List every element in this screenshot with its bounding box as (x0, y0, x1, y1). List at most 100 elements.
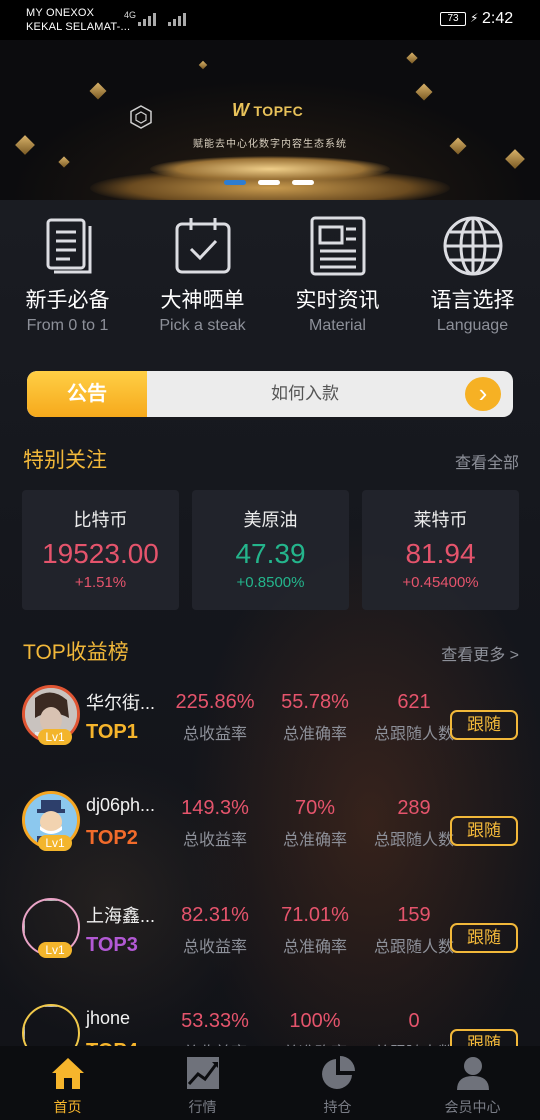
yield-stat: 225.86% 总收益率 (170, 691, 260, 744)
followers-label: 总跟随人数 (373, 939, 454, 956)
follow-button[interactable]: 跟随 (450, 923, 518, 953)
accuracy-value: 71.01% (281, 904, 349, 926)
promo-banner[interactable]: W TOPFC 赋能去中心化数字内容生态系统 (0, 40, 540, 200)
signal-icon (138, 12, 156, 26)
quick-item-subtitle: Pick a steak (159, 317, 246, 334)
accuracy-value: 55.78% (281, 691, 349, 713)
level-badge: Lv1 (38, 942, 72, 958)
view-more-link[interactable]: 查看更多 > (441, 641, 519, 665)
carousel-dot[interactable] (292, 180, 314, 185)
market-price: 81.94 (405, 538, 476, 569)
market-name: 美原油 (243, 510, 298, 530)
battery-icon: 73 (440, 12, 466, 26)
yield-value: 82.31% (181, 904, 249, 926)
quick-menu: 新手必备 From 0 to 1 大神晒单 Pick a steak 实时资讯 … (0, 210, 540, 340)
rank-label: TOP1 (86, 721, 138, 743)
market-card-ltc[interactable]: 莱特币 81.94 +0.45400% (362, 490, 519, 610)
yield-stat: 149.3% 总收益率 (170, 797, 260, 850)
followers-value: 289 (397, 797, 431, 819)
gold-cube-decoration (58, 156, 70, 168)
gold-cube-decoration (406, 52, 418, 64)
follow-button[interactable]: 跟随 (450, 816, 518, 846)
carousel-dot[interactable] (258, 180, 280, 185)
market-name: 莱特币 (413, 510, 468, 530)
accuracy-value: 100% (289, 1010, 341, 1032)
clock: 2:42 (482, 10, 514, 27)
carousel-dot[interactable] (224, 180, 246, 185)
gold-cube-decoration (415, 83, 433, 101)
ranking-row[interactable]: Lv1 上海鑫... TOP3 82.31% 总收益率 71.01% 总准确率 … (0, 898, 540, 1004)
tab-market[interactable]: 行情 (135, 1046, 270, 1120)
yield-value: 149.3% (181, 797, 249, 819)
tab-label: 行情 (188, 1099, 217, 1115)
bottom-tab-bar: 首页 行情 持仓 会员中心 (0, 1046, 540, 1120)
rank-label: TOP3 (86, 934, 138, 956)
accuracy-label: 总准确率 (282, 939, 347, 956)
followers-stat: 289 总跟随人数 (368, 797, 460, 850)
market-card-btc[interactable]: 比特币 19523.00 +1.51% (22, 490, 179, 610)
quick-item-showcase[interactable]: 大神晒单 Pick a steak (135, 210, 270, 340)
accuracy-label: 总准确率 (282, 832, 347, 849)
carrier-info: MY ONEXOX KEKAL SELAMAT-... (26, 6, 130, 34)
accuracy-stat: 70% 总准确率 (270, 797, 360, 850)
ranking-section-title: TOP收益榜 (23, 641, 129, 664)
yield-label: 总收益率 (182, 939, 247, 956)
quick-item-title: 实时资讯 (295, 289, 380, 312)
market-card-oil[interactable]: 美原油 47.39 +0.8500% (192, 490, 349, 610)
rank-label: TOP2 (86, 827, 138, 849)
tab-home[interactable]: 首页 (0, 1046, 135, 1120)
accuracy-stat: 71.01% 总准确率 (270, 904, 360, 957)
document-icon (46, 218, 91, 274)
special-section-title: 特别关注 (23, 449, 107, 472)
tab-member[interactable]: 会员中心 (405, 1046, 540, 1120)
accuracy-value: 70% (294, 797, 336, 819)
notice-text[interactable]: 如何入款 (147, 371, 463, 417)
followers-stat: 159 总跟随人数 (368, 904, 460, 957)
carrier-line-1: MY ONEXOX (26, 7, 95, 19)
yield-label: 总收益率 (182, 832, 247, 849)
yield-value: 53.33% (181, 1010, 249, 1032)
yield-stat: 82.31% 总收益率 (170, 904, 260, 957)
status-bar: MY ONEXOX KEKAL SELAMAT-... 4G 73 ⚡ 2:42 (0, 0, 540, 40)
globe-icon (443, 216, 502, 276)
market-cards: 比特币 19523.00 +1.51% 美原油 47.39 +0.8500% 莱… (22, 490, 520, 610)
checklist-icon (175, 218, 230, 274)
gold-cube-decoration (505, 149, 525, 169)
level-badge: Lv1 (38, 729, 72, 745)
trader-name[interactable]: jhone (86, 1008, 130, 1029)
follow-button[interactable]: 跟随 (450, 710, 518, 740)
signal-icon-2 (168, 12, 186, 26)
quick-item-title: 大神晒单 (160, 289, 245, 312)
quick-item-subtitle: Material (309, 317, 366, 334)
trader-name[interactable]: dj06ph... (86, 795, 155, 816)
ranking-row[interactable]: Lv1 华尔街... TOP1 225.86% 总收益率 55.78% 总准确率… (0, 685, 540, 791)
quick-item-language[interactable]: 语言选择 Language (405, 210, 540, 340)
notice-bar[interactable]: 公告 如何入款 › (27, 371, 513, 417)
market-change: +0.8500% (236, 574, 305, 591)
banner-slogan: 赋能去中心化数字内容生态系统 (193, 139, 347, 150)
brand-logo-icon: W (232, 100, 250, 120)
level-badge: Lv1 (38, 835, 72, 851)
quick-item-news[interactable]: 实时资讯 Material (270, 210, 405, 340)
ranking-row[interactable]: Lv1 dj06ph... TOP2 149.3% 总收益率 70% 总准确率 … (0, 791, 540, 897)
carousel-indicator (224, 180, 314, 185)
network-type: 4G (124, 10, 137, 20)
trader-name[interactable]: 上海鑫... (86, 902, 155, 928)
quick-item-subtitle: Language (436, 317, 509, 334)
followers-label: 总跟随人数 (373, 832, 454, 849)
yield-value: 225.86% (175, 691, 255, 713)
home-icon (51, 1058, 84, 1089)
trader-name[interactable]: 华尔街... (86, 689, 155, 715)
quick-item-beginner[interactable]: 新手必备 From 0 to 1 (0, 210, 135, 340)
tab-positions[interactable]: 持仓 (270, 1046, 405, 1120)
yield-label: 总收益率 (182, 726, 247, 743)
followers-value: 159 (397, 904, 431, 926)
chevron-right-icon[interactable]: › (465, 377, 501, 411)
chart-icon (186, 1057, 219, 1089)
charging-icon: ⚡ (470, 11, 479, 25)
tab-label: 首页 (53, 1099, 82, 1115)
quick-item-subtitle: From 0 to 1 (26, 317, 109, 334)
view-all-link[interactable]: 查看全部 (455, 449, 519, 473)
quick-item-title: 语言选择 (430, 289, 515, 312)
market-name: 比特币 (73, 510, 128, 530)
